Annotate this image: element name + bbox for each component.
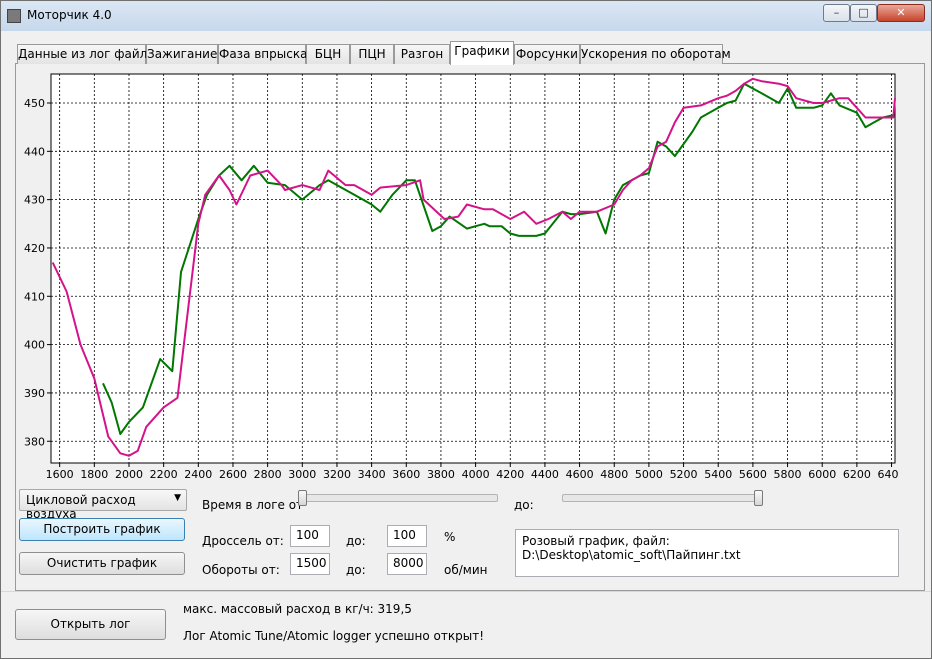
time-to-label: до: — [514, 498, 534, 512]
tab-ignition[interactable]: Зажигание — [146, 44, 218, 64]
rpm-from-input[interactable]: 1500 — [290, 553, 330, 575]
tab-bcn[interactable]: БЦН — [306, 44, 350, 64]
line-chart: 1600 1800 2000 2200 2400 2600 2800 3000 3200 3400… — [24, 73, 899, 481]
y-tick-label: 440 — [24, 145, 45, 158]
x-tick-label: 4200 — [496, 468, 524, 481]
tab-injectors[interactable]: Форсунки — [514, 44, 580, 64]
window-title: Моторчик 4.0 — [27, 8, 112, 22]
x-tick-label: 4600 — [566, 468, 594, 481]
series-select[interactable]: Цикловой расход воздуха ▼ — [19, 489, 187, 521]
x-tick-label: 5400 — [704, 468, 732, 481]
throttle-unit: % — [444, 530, 456, 544]
tab-injection-phase[interactable]: Фаза впрыска — [218, 44, 307, 64]
y-tick-label: 430 — [24, 194, 45, 207]
tab-log-data[interactable]: Данные из лог файла — [17, 44, 155, 64]
y-tick-label: 450 — [24, 97, 45, 110]
throttle-from-input[interactable]: 100 — [290, 525, 330, 547]
x-tick-label: 3000 — [288, 468, 316, 481]
maximize-button[interactable]: □ — [850, 4, 877, 22]
app-icon — [7, 9, 21, 23]
max-flow-status: макс. массовый расход в кг/ч: 319,5 — [183, 602, 412, 616]
tab-rpm-acceleration[interactable]: Ускорения по оборотам — [580, 44, 731, 64]
y-tick-label: 410 — [24, 290, 45, 303]
chart-info-box[interactable]: Розовый график, файл: D:\Desktop\atomic_… — [515, 529, 899, 577]
x-tick-label: 5200 — [670, 468, 698, 481]
tab-pcn[interactable]: ПЦН — [350, 44, 394, 64]
x-tick-label: 3200 — [323, 468, 351, 481]
x-tick-label: 4800 — [600, 468, 628, 481]
y-tick-label: 420 — [24, 242, 45, 255]
x-tick-label: 2000 — [115, 468, 143, 481]
tab-graphs[interactable]: Графики — [450, 41, 514, 65]
open-log-button[interactable]: Открыть лог — [15, 609, 166, 640]
build-chart-button[interactable]: Построить график — [19, 518, 185, 541]
separator — [1, 591, 931, 592]
time-from-slider[interactable] — [298, 494, 498, 502]
x-tick-label: 2400 — [184, 468, 212, 481]
x-tick-label: 6400 — [878, 468, 899, 481]
y-tick-label: 380 — [24, 435, 45, 448]
clear-chart-button[interactable]: Очистить график — [19, 552, 185, 575]
x-tick-label: 2200 — [150, 468, 178, 481]
x-tick-label: 6200 — [843, 468, 871, 481]
tab-acceleration[interactable]: Разгон — [394, 44, 450, 64]
x-tick-label: 3600 — [392, 468, 420, 481]
throttle-to-input[interactable]: 100 — [387, 525, 427, 547]
plot-area — [50, 73, 896, 464]
x-tick-label: 5000 — [635, 468, 663, 481]
time-to-slider-thumb[interactable] — [754, 490, 763, 506]
x-tick-label: 4400 — [531, 468, 559, 481]
x-tick-label: 3800 — [427, 468, 455, 481]
time-to-slider[interactable] — [562, 494, 763, 502]
time-from-slider-thumb[interactable] — [298, 490, 307, 506]
title-bar[interactable]: Моторчик 4.0 – □ ✕ — [1, 1, 931, 31]
rpm-to-input[interactable]: 8000 — [387, 553, 427, 575]
close-button[interactable]: ✕ — [877, 4, 925, 22]
rpm-to-label: до: — [346, 563, 366, 577]
x-tick-label: 5600 — [739, 468, 767, 481]
log-opened-status: Лог Atomic Tune/Atomic logger успешно от… — [183, 629, 485, 643]
minimize-button[interactable]: – — [823, 4, 850, 22]
throttle-from-label: Дроссель от: — [202, 534, 284, 548]
x-tick-label: 3400 — [358, 468, 386, 481]
x-tick-label: 1600 — [46, 468, 74, 481]
rpm-unit: об/мин — [444, 563, 488, 577]
chevron-down-icon: ▼ — [174, 493, 181, 503]
rpm-from-label: Обороты от: — [202, 563, 280, 577]
y-tick-label: 390 — [24, 387, 45, 400]
x-tick-label: 5800 — [774, 468, 802, 481]
main-window: Моторчик 4.0 – □ ✕ Данные из лог файла З… — [0, 0, 932, 659]
x-tick-label: 4000 — [462, 468, 490, 481]
y-tick-label: 400 — [24, 339, 45, 352]
x-tick-label: 2600 — [219, 468, 247, 481]
throttle-to-label: до: — [346, 534, 366, 548]
x-tick-label: 2800 — [254, 468, 282, 481]
x-tick-label: 1800 — [80, 468, 108, 481]
time-from-label: Время в логе от — [202, 498, 304, 512]
x-tick-label: 6000 — [808, 468, 836, 481]
series-select-value: Цикловой расход воздуха — [26, 493, 136, 521]
